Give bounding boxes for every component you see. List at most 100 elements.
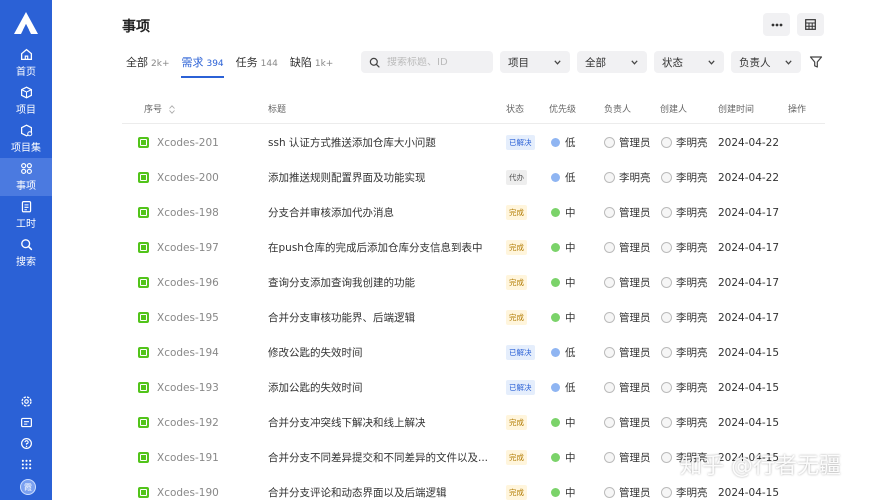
issue-title[interactable]: 添加公匙的失效时间 <box>268 370 363 405</box>
search-box[interactable] <box>361 51 493 73</box>
assignee-cell[interactable]: 李明亮 <box>604 160 651 195</box>
assignee-cell[interactable]: 管理员 <box>604 405 651 440</box>
logo-icon[interactable] <box>14 12 38 34</box>
table-row[interactable]: Xcodes-194 修改公匙的失效时间 已解决 低 管理员 李明亮 2024-04-15 <box>122 335 825 370</box>
assignee-cell[interactable]: 管理员 <box>604 335 651 370</box>
issue-id[interactable]: Xcodes-200 <box>157 172 219 184</box>
id-cell: Xcodes-192 <box>138 405 219 440</box>
status-badge[interactable]: 完成 <box>506 415 527 430</box>
status-select[interactable]: 状态 <box>654 51 724 73</box>
issue-id[interactable]: Xcodes-197 <box>157 242 219 254</box>
status-badge[interactable]: 完成 <box>506 485 527 500</box>
issue-title[interactable]: 查询分支添加查询我创建的功能 <box>268 265 415 300</box>
tab-defects[interactable]: 缺陷 1k+ <box>290 54 333 78</box>
issue-title[interactable]: ssh 认证方式推送添加仓库大小问题 <box>268 125 436 160</box>
table-row[interactable]: Xcodes-195 合并分支审核功能界、后端逻辑 完成 中 管理员 李明亮 2024-04… <box>122 300 825 335</box>
issue-title[interactable]: 合并分支不同差异提交和不同差异的文件以及... <box>268 440 488 475</box>
status-badge[interactable]: 完成 <box>506 205 527 220</box>
tab-count: 144 <box>260 59 278 69</box>
table-row[interactable]: Xcodes-201 ssh 认证方式推送添加仓库大小问题 已解决 低 管理员 李明亮 20… <box>122 125 825 160</box>
project-select[interactable]: 项目 <box>500 51 570 73</box>
table-row[interactable]: Xcodes-192 合并分支冲突线下解决和线上解决 完成 中 管理员 李明亮 2024-0… <box>122 405 825 440</box>
table-row[interactable]: Xcodes-197 在push仓库的完成后添加仓库分支信息到表中 完成 中 管理员 李明… <box>122 230 825 265</box>
issue-id[interactable]: Xcodes-190 <box>157 487 219 499</box>
assignee-cell[interactable]: 管理员 <box>604 475 651 500</box>
grid-icon <box>20 163 32 174</box>
apps-icon <box>21 459 31 470</box>
assignee-cell[interactable]: 管理员 <box>604 195 651 230</box>
sidebar-item-issues[interactable]: 事项 <box>0 158 52 196</box>
issue-id[interactable]: Xcodes-195 <box>157 312 219 324</box>
search-input[interactable] <box>387 56 487 68</box>
priority-cell[interactable]: 低 <box>551 125 576 160</box>
status-badge[interactable]: 已解决 <box>506 380 535 395</box>
issue-title[interactable]: 添加推送规则配置界面及功能实现 <box>268 160 426 195</box>
sidebar-item-project[interactable]: 项目 <box>0 82 52 120</box>
sidebar-item-worktime[interactable]: 工时 <box>0 196 52 234</box>
assignee-cell[interactable]: 管理员 <box>604 230 651 265</box>
table-row[interactable]: Xcodes-196 查询分支添加查询我创建的功能 完成 中 管理员 李明亮 2024-04… <box>122 265 825 300</box>
assignee-cell[interactable]: 管理员 <box>604 300 651 335</box>
priority-label: 中 <box>565 452 576 464</box>
header-seq[interactable]: 序号 <box>144 102 175 115</box>
settings-button[interactable] <box>0 395 52 408</box>
issue-title[interactable]: 合并分支评论和动态界面以及后端逻辑 <box>268 475 447 500</box>
id-cell: Xcodes-200 <box>138 160 219 195</box>
assignee-cell[interactable]: 管理员 <box>604 265 651 300</box>
status-badge[interactable]: 已解决 <box>506 135 535 150</box>
avatar[interactable]: 霞 <box>20 479 36 495</box>
status-badge[interactable]: 完成 <box>506 310 527 325</box>
issue-id[interactable]: Xcodes-194 <box>157 347 219 359</box>
issue-id[interactable]: Xcodes-198 <box>157 207 219 219</box>
priority-cell[interactable]: 低 <box>551 370 576 405</box>
table-row[interactable]: Xcodes-193 添加公匙的失效时间 已解决 低 管理员 李明亮 2024-04-15 <box>122 370 825 405</box>
issue-id[interactable]: Xcodes-201 <box>157 137 219 149</box>
tab-tasks[interactable]: 任务 144 <box>236 54 278 78</box>
table-row[interactable]: Xcodes-200 添加推送规则配置界面及功能实现 代办 低 李明亮 李明亮 2024-0… <box>122 160 825 195</box>
issue-id[interactable]: Xcodes-192 <box>157 417 219 429</box>
assignee-cell[interactable]: 管理员 <box>604 440 651 475</box>
assignee-select[interactable]: 负责人 <box>731 51 801 73</box>
table-row[interactable]: Xcodes-198 分支合并审核添加代办消息 完成 中 管理员 李明亮 2024-04-1… <box>122 195 825 230</box>
created-date: 2024-04-15 <box>718 416 780 429</box>
sidebar-item-label: 搜索 <box>16 257 36 268</box>
scope-select[interactable]: 全部 <box>577 51 647 73</box>
priority-cell[interactable]: 中 <box>551 475 576 500</box>
status-badge[interactable]: 完成 <box>506 275 527 290</box>
tab-all[interactable]: 全部 2k+ <box>126 54 169 78</box>
issue-title[interactable]: 分支合并审核添加代办消息 <box>268 195 394 230</box>
assignee-name: 管理员 <box>619 382 651 394</box>
priority-cell[interactable]: 中 <box>551 265 576 300</box>
issue-title[interactable]: 在push仓库的完成后添加仓库分支信息到表中 <box>268 230 482 265</box>
status-badge[interactable]: 完成 <box>506 450 527 465</box>
issue-id[interactable]: Xcodes-193 <box>157 382 219 394</box>
assignee-cell[interactable]: 管理员 <box>604 370 651 405</box>
issue-title[interactable]: 合并分支审核功能界、后端逻辑 <box>268 300 415 335</box>
message-button[interactable] <box>0 416 52 429</box>
status-badge[interactable]: 完成 <box>506 240 527 255</box>
assignee-cell[interactable]: 管理员 <box>604 125 651 160</box>
sidebar-item-home[interactable]: 首页 <box>0 44 52 82</box>
priority-cell[interactable]: 中 <box>551 195 576 230</box>
table-view-button[interactable] <box>797 13 824 36</box>
priority-cell[interactable]: 中 <box>551 405 576 440</box>
issue-title[interactable]: 合并分支冲突线下解决和线上解决 <box>268 405 426 440</box>
priority-cell[interactable]: 中 <box>551 440 576 475</box>
priority-cell[interactable]: 低 <box>551 160 576 195</box>
filter-icon[interactable] <box>809 55 823 69</box>
sidebar-item-search[interactable]: 搜索 <box>0 234 52 272</box>
status-badge[interactable]: 代办 <box>506 170 527 185</box>
status-badge[interactable]: 已解决 <box>506 345 535 360</box>
tab-requirements[interactable]: 需求 394 <box>181 54 224 78</box>
priority-cell[interactable]: 中 <box>551 230 576 265</box>
issue-id[interactable]: Xcodes-196 <box>157 277 219 289</box>
priority-cell[interactable]: 低 <box>551 335 576 370</box>
assignee-name: 管理员 <box>619 487 651 499</box>
sidebar-item-project-set[interactable]: 项目集 <box>0 120 52 158</box>
more-button[interactable] <box>763 13 790 36</box>
priority-cell[interactable]: 中 <box>551 300 576 335</box>
issue-id[interactable]: Xcodes-191 <box>157 452 219 464</box>
help-button[interactable] <box>0 437 52 450</box>
issue-title[interactable]: 修改公匙的失效时间 <box>268 335 363 370</box>
apps-button[interactable] <box>0 458 52 471</box>
